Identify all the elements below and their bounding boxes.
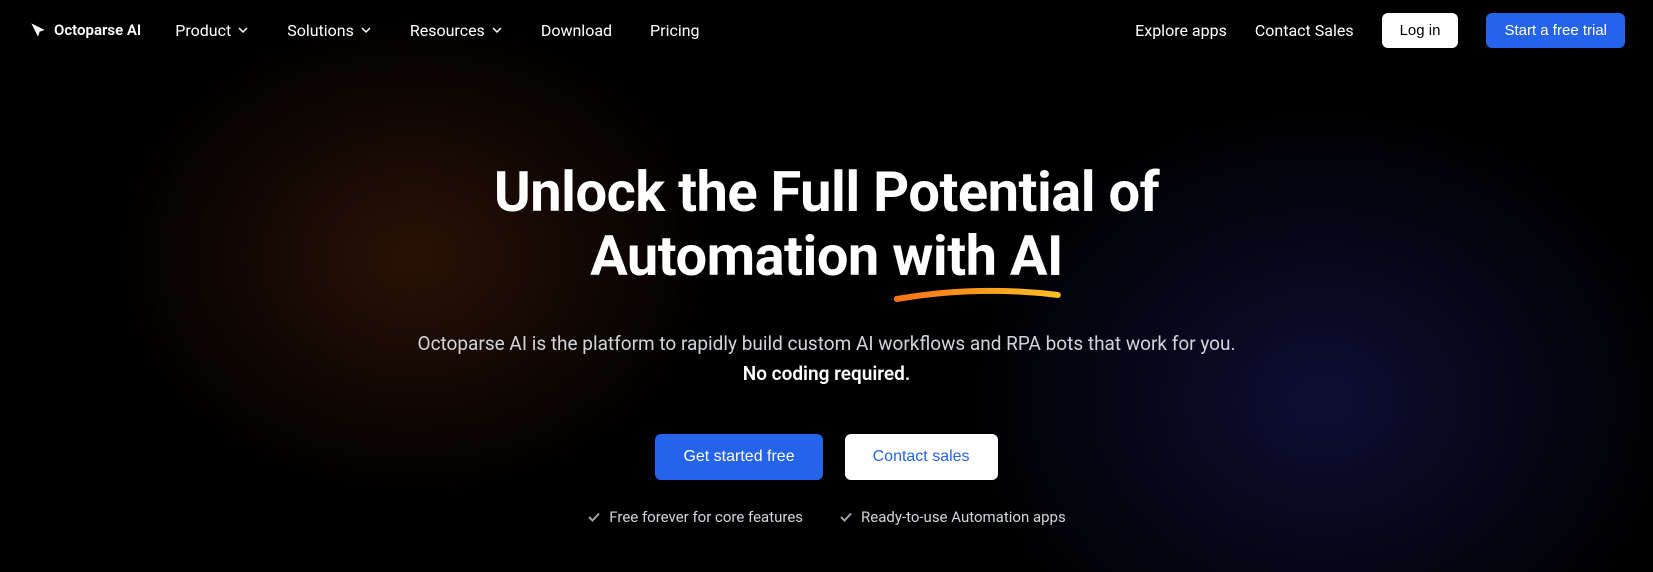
get-started-button[interactable]: Get started free xyxy=(655,434,822,480)
underline-icon xyxy=(892,287,1063,303)
check-icon xyxy=(839,510,853,524)
nav-item-product[interactable]: Product xyxy=(175,21,249,40)
start-trial-button[interactable]: Start a free trial xyxy=(1486,13,1625,48)
header-right: Explore apps Contact Sales Log in Start … xyxy=(1135,13,1625,48)
chevron-down-icon xyxy=(491,24,503,36)
login-button[interactable]: Log in xyxy=(1382,13,1459,48)
explore-apps-link[interactable]: Explore apps xyxy=(1135,21,1227,40)
feature-item: Ready-to-use Automation apps xyxy=(839,508,1066,526)
nav-item-resources[interactable]: Resources xyxy=(410,21,503,40)
check-icon xyxy=(587,510,601,524)
feature-label: Free forever for core features xyxy=(609,508,803,526)
feature-item: Free forever for core features xyxy=(587,508,803,526)
main-nav: Product Solutions Resources Download Pri… xyxy=(175,21,699,40)
hero-subtitle-line2: No coding required. xyxy=(743,362,911,385)
hero-features: Free forever for core features Ready-to-… xyxy=(0,508,1653,526)
hero-ctas: Get started free Contact sales xyxy=(0,434,1653,480)
chevron-down-icon xyxy=(237,24,249,36)
nav-item-download[interactable]: Download xyxy=(541,21,612,40)
contact-sales-link[interactable]: Contact Sales xyxy=(1255,21,1354,40)
hero-section: Unlock the Full Potential of Automation … xyxy=(0,60,1653,526)
nav-label: Resources xyxy=(410,21,485,40)
brand-name: Octoparse AI xyxy=(54,21,141,39)
nav-label: Solutions xyxy=(287,21,354,40)
brand-logo[interactable]: Octoparse AI xyxy=(28,20,141,40)
logo-icon xyxy=(28,20,48,40)
nav-label: Product xyxy=(175,21,231,40)
nav-label: Pricing xyxy=(650,21,700,40)
hero-subtitle: Octoparse AI is the platform to rapidly … xyxy=(0,329,1653,390)
chevron-down-icon xyxy=(360,24,372,36)
hero-title-line1: Unlock the Full Potential of xyxy=(494,159,1159,225)
hero-title: Unlock the Full Potential of Automation … xyxy=(0,160,1653,289)
contact-sales-button[interactable]: Contact sales xyxy=(845,434,998,480)
site-header: Octoparse AI Product Solutions Resources… xyxy=(0,0,1653,60)
hero-title-line2-prefix: Automation xyxy=(590,223,892,289)
nav-item-pricing[interactable]: Pricing xyxy=(650,21,700,40)
feature-label: Ready-to-use Automation apps xyxy=(861,508,1066,526)
hero-subtitle-line1: Octoparse AI is the platform to rapidly … xyxy=(418,332,1236,355)
hero-title-highlight: with AI xyxy=(892,223,1063,289)
nav-item-solutions[interactable]: Solutions xyxy=(287,21,372,40)
nav-label: Download xyxy=(541,21,612,40)
hero-title-highlight-wrap: with AI xyxy=(892,224,1063,288)
